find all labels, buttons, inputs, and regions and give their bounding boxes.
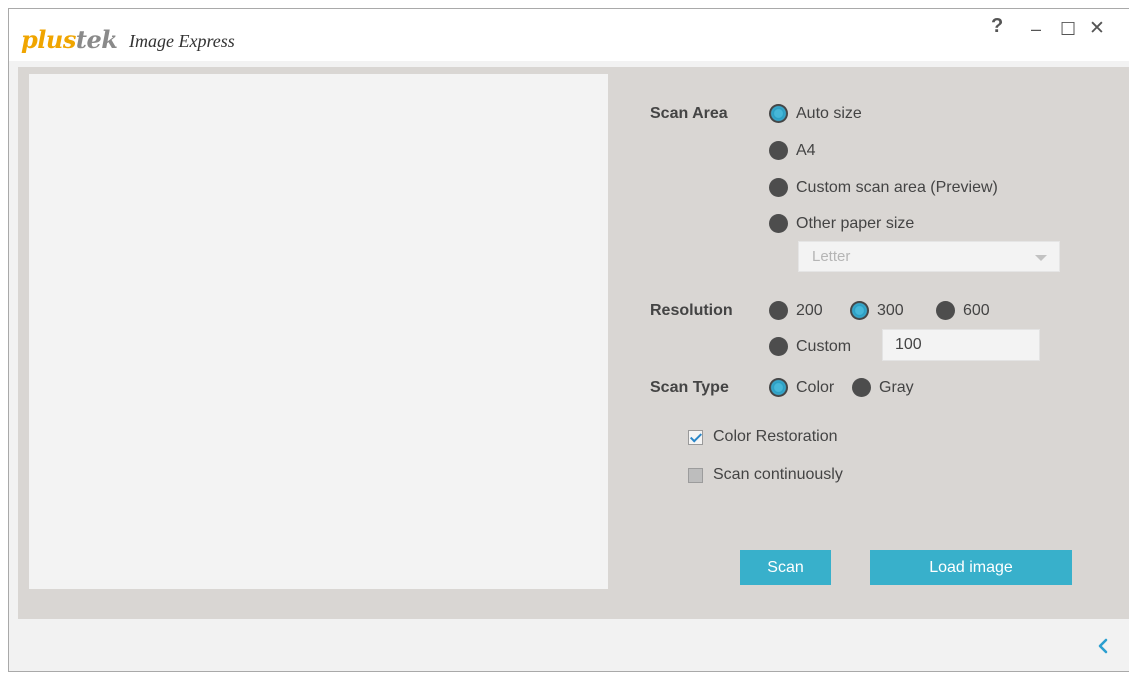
- radio-unselected-icon: [769, 337, 788, 356]
- checkbox-label: Color Restoration: [713, 428, 838, 445]
- minimize-button[interactable]: –: [1031, 19, 1041, 40]
- radio-label: Auto size: [796, 104, 862, 122]
- radio-unselected-icon: [769, 141, 788, 160]
- radio-resolution-custom[interactable]: Custom: [769, 337, 851, 356]
- radio-label: A4: [796, 141, 816, 159]
- radio-label: 200: [796, 301, 823, 319]
- radio-selected-icon: [769, 104, 788, 123]
- maximize-button[interactable]: ☐: [1060, 19, 1076, 40]
- app-window: plustek Image Express ? – ☐ ✕ Scan Area …: [8, 8, 1129, 672]
- radio-auto-size[interactable]: Auto size: [769, 104, 862, 123]
- close-button[interactable]: ✕: [1089, 17, 1105, 40]
- app-title: Image Express: [129, 31, 235, 51]
- help-button[interactable]: ?: [991, 15, 1003, 38]
- scan-area-label: Scan Area: [650, 105, 728, 122]
- color-restoration-checkbox[interactable]: Color Restoration: [688, 428, 838, 446]
- paper-size-value: Letter: [812, 248, 851, 265]
- radio-label: Color: [796, 378, 835, 396]
- radio-color[interactable]: Color: [769, 378, 834, 397]
- checkbox-label: Scan continuously: [713, 466, 843, 483]
- main-panel: Scan Area Auto size A4 Custom scan area …: [18, 67, 1129, 619]
- radio-unselected-icon: [769, 178, 788, 197]
- radio-label: Custom: [796, 337, 852, 355]
- radio-other-paper-size[interactable]: Other paper size: [769, 214, 914, 233]
- load-image-button[interactable]: Load image: [870, 550, 1072, 585]
- logo-tek: tek: [75, 25, 118, 54]
- radio-selected-icon: [769, 378, 788, 397]
- resolution-label: Resolution: [650, 302, 733, 319]
- custom-resolution-input[interactable]: 100: [882, 329, 1040, 361]
- radio-selected-icon: [850, 301, 869, 320]
- title-bar: plustek Image Express ? – ☐ ✕: [9, 9, 1129, 61]
- checkbox-unchecked-icon: [688, 467, 703, 483]
- chevron-left-icon[interactable]: [1097, 637, 1109, 655]
- radio-label: Other paper size: [796, 214, 915, 232]
- radio-unselected-icon: [852, 378, 871, 397]
- paper-size-select[interactable]: Letter: [798, 241, 1060, 272]
- radio-label: Custom scan area (Preview): [796, 178, 998, 196]
- radio-unselected-icon: [769, 214, 788, 233]
- radio-resolution-600[interactable]: 600: [936, 301, 990, 320]
- scan-continuously-checkbox[interactable]: Scan continuously: [688, 466, 843, 484]
- radio-gray[interactable]: Gray: [852, 378, 914, 397]
- radio-label: 600: [963, 301, 990, 319]
- logo-plus: plus: [21, 25, 76, 54]
- radio-custom-scan-area[interactable]: Custom scan area (Preview): [769, 178, 998, 197]
- radio-resolution-200[interactable]: 200: [769, 301, 823, 320]
- chevron-down-icon: [1035, 255, 1047, 261]
- radio-label: Gray: [879, 378, 914, 396]
- radio-a4[interactable]: A4: [769, 141, 816, 160]
- plustek-logo: plustek: [21, 25, 118, 54]
- radio-unselected-icon: [769, 301, 788, 320]
- preview-area: [29, 74, 608, 589]
- scan-button[interactable]: Scan: [740, 550, 831, 585]
- radio-resolution-300[interactable]: 300: [850, 301, 904, 320]
- radio-unselected-icon: [936, 301, 955, 320]
- scan-type-label: Scan Type: [650, 379, 729, 396]
- radio-label: 300: [877, 301, 904, 319]
- checkbox-checked-icon: [688, 429, 703, 445]
